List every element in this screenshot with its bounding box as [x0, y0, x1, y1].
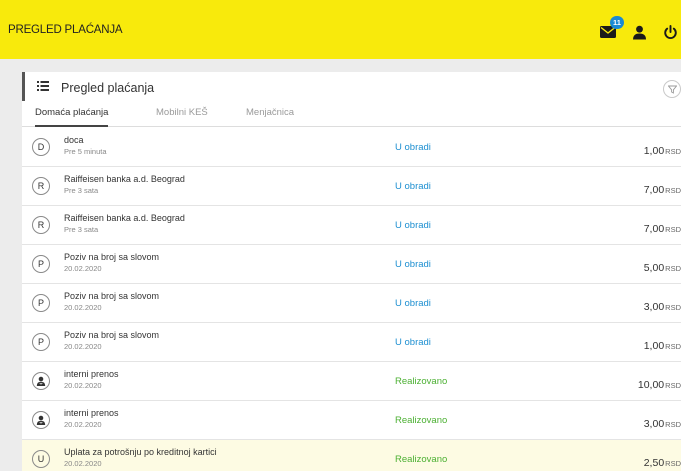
payment-row[interactable]: interni prenos 20.02.2020 Realizovano 3,00R…	[22, 401, 681, 440]
initial-avatar: P	[32, 255, 50, 273]
initial-avatar: U	[32, 450, 50, 468]
amount-currency: RSD	[665, 264, 681, 273]
tabs: Domaća plaćanja Mobilni KEŠ Menjačnica	[22, 105, 681, 127]
profile-button[interactable]	[628, 21, 650, 43]
amount-currency: RSD	[665, 381, 681, 390]
payment-status: Realizovano	[395, 454, 448, 465]
initial-avatar: R	[32, 177, 50, 195]
payment-date: Pre 3 sata	[64, 186, 99, 195]
amount-currency: RSD	[665, 420, 681, 429]
message-count-badge: 11	[610, 16, 624, 29]
payment-recipient: Uplata za potrošnju po kreditnoj kartici	[64, 447, 217, 457]
payment-recipient: Raiffeisen banka a.d. Beograd	[64, 213, 185, 223]
payment-recipient: doca	[64, 135, 84, 145]
messages-button[interactable]: 11	[597, 16, 624, 43]
initial-avatar: P	[32, 333, 50, 351]
payment-row[interactable]: P Poziv na broj sa slovom 20.02.2020 U obra…	[22, 323, 681, 362]
payment-amount: 5,00RSD	[644, 258, 681, 276]
amount-currency: RSD	[665, 186, 681, 195]
tab-exchange[interactable]: Menjačnica	[246, 107, 294, 127]
initial-avatar: P	[32, 294, 50, 312]
payment-date: Pre 3 sata	[64, 225, 99, 234]
payment-recipient: Poziv na broj sa slovom	[64, 291, 160, 301]
payment-recipient: interni prenos	[64, 369, 119, 379]
payment-row[interactable]: Ddoca Pre 5 minuta U obradi 1,00RSD	[22, 128, 681, 167]
payment-row[interactable]: interni prenos 20.02.2020 Realizovano 10,00…	[22, 362, 681, 401]
payment-date: 20.02.2020	[64, 420, 102, 429]
payment-date: 20.02.2020	[64, 342, 102, 351]
payment-date: 20.02.2020	[64, 264, 102, 273]
payment-date: 20.02.2020	[64, 303, 102, 312]
payment-status: Realizovano	[395, 415, 448, 426]
initial-avatar: D	[32, 138, 50, 156]
amount-value: 1,00	[643, 145, 665, 157]
amount-value: 7,00	[643, 184, 665, 196]
amount-value: 7,00	[643, 223, 665, 235]
amount-value: 5,00	[643, 262, 665, 274]
payment-status: U obradi	[395, 142, 431, 153]
amount-value: 3,00	[643, 418, 665, 430]
payment-date: 20.02.2020	[64, 459, 102, 468]
amount-value: 10,00	[637, 379, 665, 391]
payment-amount: 1,00RSD	[644, 141, 681, 159]
tab-mobile-cash[interactable]: Mobilni KEŠ	[156, 107, 208, 127]
amount-currency: RSD	[665, 342, 681, 351]
amount-currency: RSD	[665, 303, 681, 312]
payment-date: 20.02.2020	[64, 381, 102, 390]
payment-amount: 1,00RSD	[644, 336, 681, 354]
payment-status: U obradi	[395, 181, 431, 192]
payment-amount: 3,00RSD	[644, 414, 681, 432]
user-icon	[632, 25, 646, 39]
payment-amount: 7,00RSD	[644, 180, 681, 198]
amount-currency: RSD	[665, 459, 681, 468]
panel-title: Pregled plaćanja	[61, 81, 155, 95]
payment-amount: 7,00RSD	[644, 219, 681, 237]
payment-recipient: interni prenos	[64, 408, 119, 418]
power-icon	[663, 24, 677, 39]
amount-currency: RSD	[665, 225, 681, 234]
logout-button[interactable]	[659, 21, 681, 43]
panel-accent-bar	[22, 72, 25, 101]
amount-currency: RSD	[665, 147, 681, 156]
amount-value: 3,00	[643, 301, 665, 313]
payment-status: U obradi	[395, 220, 431, 231]
tab-domestic-payments[interactable]: Domaća plaćanja	[35, 107, 109, 127]
filter-icon	[667, 85, 677, 94]
payment-date: Pre 5 minuta	[64, 147, 107, 156]
amount-value: 1,00	[643, 340, 665, 352]
payment-row[interactable]: P Poziv na broj sa slovom 20.02.2020 U obra…	[22, 245, 681, 284]
payment-row[interactable]: R Raiffeisen banka a.d. Beograd Pre 3 sata…	[22, 206, 681, 245]
payment-recipient: Poziv na broj sa slovom	[64, 252, 160, 262]
page-title: PREGLED PLAĆANJA	[8, 24, 123, 36]
payment-recipient: Poziv na broj sa slovom	[64, 330, 160, 340]
payments-panel: Pregled plaćanja Domaća plaćanja Mobilni…	[22, 72, 681, 471]
initial-avatar: R	[32, 216, 50, 234]
payment-amount: 2,50RSD	[644, 453, 681, 471]
payment-status: Realizovano	[395, 376, 448, 387]
payment-amount: 10,00RSD	[638, 375, 681, 393]
top-bar: PREGLED PLAĆANJA 11	[0, 0, 681, 59]
top-icons: 11	[588, 16, 681, 44]
payment-row[interactable]: U Uplata za potrošnju po kreditnoj kartic…	[22, 440, 681, 471]
payment-row[interactable]: R Raiffeisen banka a.d. Beograd Pre 3 sata…	[22, 167, 681, 206]
payments-list: Ddoca Pre 5 minuta U obradi 1,00RSD R Raiffei…	[22, 128, 681, 471]
payment-status: U obradi	[395, 259, 431, 270]
amount-value: 2,50	[643, 457, 665, 469]
filter-button[interactable]	[663, 80, 681, 98]
payment-status: U obradi	[395, 298, 431, 309]
payment-amount: 3,00RSD	[644, 297, 681, 315]
person-icon	[32, 372, 50, 390]
payment-row[interactable]: P Poziv na broj sa slovom 20.02.2020 U obra…	[22, 284, 681, 323]
person-icon	[32, 411, 50, 429]
panel-header: Pregled plaćanja	[22, 72, 681, 104]
payment-status: U obradi	[395, 337, 431, 348]
payment-recipient: Raiffeisen banka a.d. Beograd	[64, 174, 185, 184]
list-icon	[37, 81, 49, 91]
